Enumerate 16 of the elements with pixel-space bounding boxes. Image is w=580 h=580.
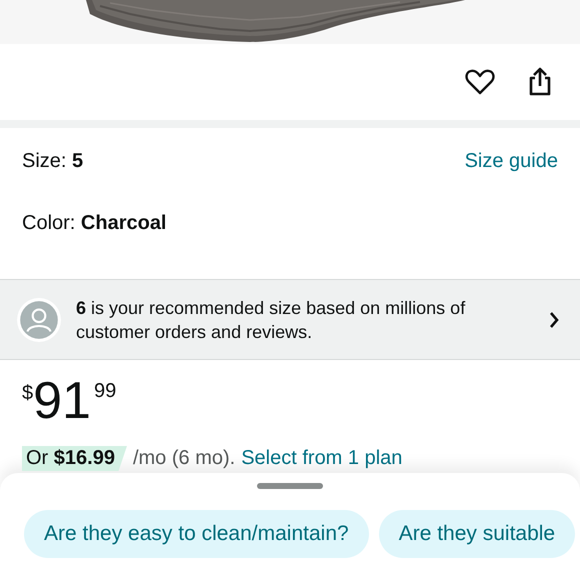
price-whole: 91: [33, 374, 91, 428]
drag-handle[interactable]: [257, 483, 323, 489]
recommendation-text: 6 is your recommended size based on millions of customer orders and reviews.: [76, 296, 466, 344]
chevron-right-icon: [548, 310, 560, 330]
installment-offer: Or $16.99: [22, 446, 127, 471]
price-fraction: 99: [94, 380, 116, 403]
question-chip[interactable]: Are they suitable: [378, 510, 576, 558]
size-label: Size: 5: [22, 150, 84, 172]
color-label: Color: Charcoal: [22, 212, 166, 234]
question-chip[interactable]: Are they easy to clean/maintain?: [24, 510, 369, 558]
currency-symbol: $: [22, 382, 34, 405]
size-recommendation-banner[interactable]: 6 is your recommended size based on millions of customer orders and reviews.: [0, 280, 580, 360]
select-plan-link[interactable]: Select from 1 plan: [241, 447, 402, 470]
size-guide-link[interactable]: Size guide: [464, 150, 558, 172]
installment-terms: /mo (6 mo).: [132, 447, 236, 470]
avatar-icon: [16, 296, 62, 342]
